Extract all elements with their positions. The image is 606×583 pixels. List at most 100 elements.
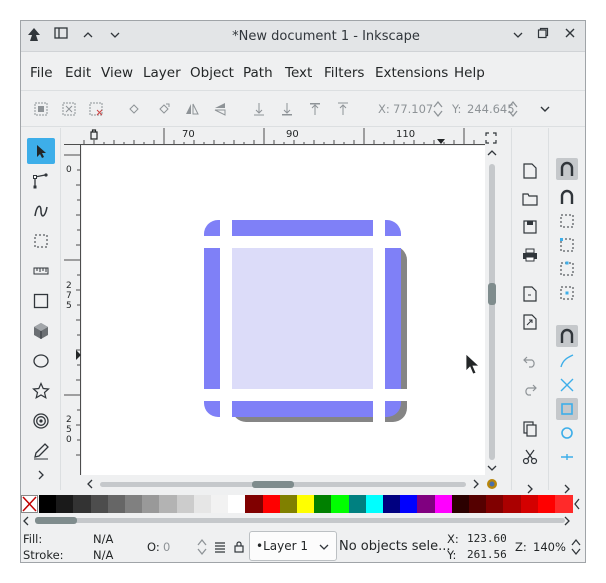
zoom-tool-icon[interactable] [27,228,55,254]
y-stepper-icon[interactable] [508,100,518,118]
snap-intersections-icon[interactable] [556,374,578,396]
color-swatch[interactable] [262,495,281,513]
menu-view[interactable]: View [101,65,133,81]
minimize-icon[interactable] [509,27,527,45]
color-swatch[interactable] [56,495,75,513]
flip-vertical-icon[interactable] [212,101,228,117]
color-swatch[interactable] [348,495,367,513]
color-swatch[interactable] [365,495,384,513]
color-swatch[interactable] [331,495,350,513]
keep-below-icon[interactable] [106,27,124,45]
vertical-ruler[interactable]: 0 275 250 [64,145,81,475]
color-swatch[interactable] [193,495,212,513]
snap-smooth-nodes-icon[interactable] [556,422,578,444]
lock-layer-icon[interactable] [233,540,245,553]
vertical-scrollbar[interactable] [485,146,499,475]
open-document-icon[interactable] [521,190,539,208]
lower-icon[interactable] [279,101,295,117]
color-swatch[interactable] [486,495,505,513]
color-swatch[interactable] [107,495,126,513]
spiral-tool-icon[interactable] [27,408,55,434]
color-swatch[interactable] [245,495,264,513]
3d-box-tool-icon[interactable] [27,318,55,344]
color-swatch[interactable] [451,495,470,513]
color-swatch[interactable] [297,495,315,513]
redo-icon[interactable] [521,380,539,398]
node-tool-icon[interactable] [27,168,55,194]
export-icon[interactable] [521,313,539,331]
color-swatch[interactable] [228,495,247,513]
zoom-stepper-icon[interactable] [571,538,581,556]
tweak-tool-icon[interactable] [27,198,55,224]
keep-above-icon[interactable] [79,27,97,45]
lower-to-bottom-icon[interactable] [251,101,267,117]
snap-bbox-midpoint-icon[interactable] [556,258,578,280]
import-icon[interactable] [521,285,539,303]
close-icon[interactable] [561,27,579,45]
color-swatch[interactable] [125,495,143,513]
color-swatch[interactable] [39,495,57,513]
selector-tool-icon[interactable] [27,138,55,164]
undo-icon[interactable] [521,352,539,370]
palette-menu-chevron-icon[interactable] [572,497,582,511]
color-swatch[interactable] [520,495,539,513]
horizontal-ruler[interactable]: 70 90 110 [64,128,485,145]
rotate-cw-icon[interactable] [156,101,172,117]
opacity-field[interactable]: 0 [163,540,170,554]
snap-bbox-icon[interactable] [556,186,578,208]
color-swatch[interactable] [417,495,436,513]
palette-scrollbar[interactable] [21,514,585,528]
color-swatch[interactable] [469,495,487,513]
fill-indicator[interactable]: N/A [93,532,113,546]
more-commands-chevron-icon[interactable] [525,483,535,495]
stroke-indicator[interactable]: N/A [93,548,113,562]
snap-nodes-icon[interactable] [556,325,578,347]
color-swatch[interactable] [383,495,401,513]
star-tool-icon[interactable] [27,378,55,404]
color-swatch[interactable] [555,495,573,513]
color-management-icon[interactable] [486,478,498,490]
raise-icon[interactable] [307,101,323,117]
menu-layer[interactable]: Layer [143,65,181,81]
zoom-fit-icon[interactable] [485,132,497,144]
window-menu-icon[interactable] [52,27,70,45]
select-all-layers-icon[interactable] [61,101,77,117]
menu-path[interactable]: Path [243,65,273,81]
color-swatch[interactable] [314,495,333,513]
measure-tool-icon[interactable] [27,258,55,284]
inkscape-app-icon[interactable] [25,27,43,45]
no-paint-swatch[interactable] [21,495,38,513]
toolbar-overflow-chevron-icon[interactable] [539,104,551,114]
snap-toggle-icon[interactable] [556,158,578,180]
menu-object[interactable]: Object [190,65,234,81]
menu-text[interactable]: Text [285,65,312,81]
rotate-ccw-icon[interactable] [126,101,142,117]
color-swatch[interactable] [434,495,453,513]
color-swatch[interactable] [503,495,522,513]
menu-edit[interactable]: Edit [65,65,91,81]
snap-bbox-edge-icon[interactable] [556,210,578,232]
deselect-icon[interactable] [88,101,104,117]
drawing-canvas[interactable] [82,146,485,475]
horizontal-scrollbar[interactable] [82,475,485,493]
menu-file[interactable]: File [30,65,53,81]
opacity-stepper-icon[interactable] [197,538,207,556]
snap-line-midpoints-icon[interactable] [556,446,578,468]
rectangle-tool-icon[interactable] [27,288,55,314]
snap-bbox-center-icon[interactable] [556,282,578,304]
maximize-icon[interactable] [534,27,552,45]
raise-to-top-icon[interactable] [335,101,351,117]
menu-filters[interactable]: Filters [324,65,364,81]
cut-icon[interactable] [521,448,539,466]
snap-bbox-corner-icon[interactable] [556,234,578,256]
ellipse-tool-icon[interactable] [27,348,55,374]
snap-paths-icon[interactable] [556,350,578,372]
color-swatch[interactable] [142,495,161,513]
menu-help[interactable]: Help [454,65,485,81]
pencil-tool-icon[interactable] [27,438,55,464]
more-snap-chevron-icon[interactable] [562,483,572,495]
color-swatch[interactable] [176,495,195,513]
color-swatch[interactable] [537,495,556,513]
menu-extensions[interactable]: Extensions [375,65,448,81]
color-swatch[interactable] [90,495,109,513]
